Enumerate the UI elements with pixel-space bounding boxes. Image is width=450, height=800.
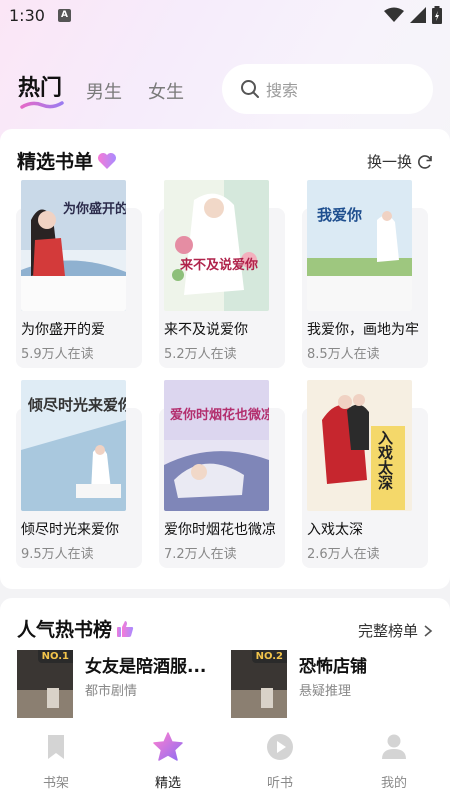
nav-label: 听书	[266, 776, 293, 791]
book-item[interactable]: 为你盛开的爱 为你盛开的爱 5.9万人在读	[16, 180, 146, 370]
book-readers: 9.5万人在读	[21, 547, 94, 562]
nav-label: 我的	[380, 776, 407, 791]
featured-title: 精选书单	[17, 147, 117, 174]
search-bar[interactable]: 搜索	[222, 64, 433, 114]
rank-cover: NO.1	[17, 650, 73, 720]
book-title: 来不及说爱你	[164, 322, 248, 338]
tab-active-indicator	[20, 101, 64, 109]
book-cover-art	[307, 180, 412, 311]
full-ranking-link[interactable]: 完整榜单	[358, 620, 433, 641]
ranking-item[interactable]: NO.2 恐怖店铺 悬疑推理	[231, 650, 441, 720]
featured-booklist-card: 精选书单 换一换 为你盛开的 为你盛开的爱 5.9万人在读 来不及说爱你 来不及…	[0, 129, 450, 589]
book-readers: 7.2万人在读	[164, 547, 237, 562]
ranking-item[interactable]: NO.1 女友是陪酒服... 都市剧情	[17, 650, 227, 720]
cover-title-text: 倾尽时光来爱你	[28, 396, 126, 414]
book-item[interactable]: 入戏太深 入戏太深 2.6万人在读	[302, 380, 432, 570]
book-cover-art	[164, 380, 269, 511]
book-cover: 我爱你	[307, 180, 412, 311]
book-cover: 来不及说爱你	[164, 180, 269, 311]
status-icons	[384, 6, 442, 24]
book-cover: 入戏太深	[307, 380, 412, 511]
bottom-navigation: 书架 精选 听书 我的	[0, 718, 450, 800]
book-readers: 5.9万人在读	[21, 347, 94, 362]
rank-genre: 悬疑推理	[299, 684, 352, 699]
book-title: 爱你时烟花也微凉	[164, 522, 276, 538]
book-cover: 爱你时烟花也微凉	[164, 380, 269, 511]
cover-title-text: 我爱你	[317, 206, 363, 224]
status-time: 1:30	[9, 6, 45, 25]
wifi-icon	[384, 7, 404, 22]
rank-badge: NO.2	[251, 650, 287, 663]
tab-male[interactable]: 男生	[86, 78, 122, 104]
tab-hot[interactable]: 热门	[18, 70, 62, 102]
rank-cover: NO.2	[231, 650, 287, 720]
ranking-title: 人气热书榜	[17, 615, 134, 642]
battery-icon	[432, 6, 442, 24]
book-title: 倾尽时光来爱你	[21, 522, 119, 538]
play-icon	[267, 734, 293, 760]
book-item[interactable]: 倾尽时光来爱你 倾尽时光来爱你 9.5万人在读	[16, 380, 146, 570]
signal-icon	[410, 7, 426, 23]
book-cover: 为你盛开的爱	[21, 180, 126, 311]
chevron-right-icon	[424, 624, 433, 637]
nav-label: 书架	[42, 776, 69, 791]
nav-featured[interactable]: 精选	[128, 732, 208, 792]
cover-title-text: 爱你时烟花也微凉	[170, 408, 269, 423]
refresh-button[interactable]: 换一换	[367, 151, 433, 172]
tab-female[interactable]: 女生	[148, 78, 184, 104]
search-placeholder: 搜索	[266, 81, 299, 100]
cover-title-text: 入戏太深	[376, 430, 394, 490]
rank-title: 女友是陪酒服...	[85, 657, 207, 677]
a-badge-icon: A	[58, 9, 71, 22]
book-item[interactable]: 来不及说爱你 来不及说爱你 5.2万人在读	[159, 180, 289, 370]
book-cover: 倾尽时光来爱你	[21, 380, 126, 511]
rank-title: 恐怖店铺	[299, 657, 367, 677]
book-title: 我爱你，画地为牢	[307, 322, 419, 338]
book-cover-art	[307, 380, 412, 511]
ranking-title-text: 人气热书榜	[17, 619, 113, 641]
bookmark-icon	[48, 735, 64, 759]
book-title: 为你盛开的爱	[21, 322, 105, 338]
book-item[interactable]: 爱你时烟花也微凉 爱你时烟花也微凉 7.2万人在读	[159, 380, 289, 570]
refresh-icon	[418, 154, 432, 169]
thumbs-up-icon	[117, 620, 134, 637]
refresh-label: 换一换	[366, 153, 412, 171]
star-icon	[153, 732, 183, 761]
user-icon	[382, 734, 406, 759]
book-readers: 2.6万人在读	[307, 547, 380, 562]
nav-profile[interactable]: 我的	[354, 732, 434, 792]
cover-title-text: 为你盛开的爱	[63, 202, 126, 217]
book-readers: 8.5万人在读	[307, 347, 380, 362]
nav-bookshelf[interactable]: 书架	[16, 732, 96, 792]
nav-audiobook[interactable]: 听书	[240, 732, 320, 792]
book-cover-art	[164, 180, 269, 311]
featured-title-text: 精选书单	[17, 151, 94, 173]
cover-title-text: 来不及说爱你	[180, 258, 259, 273]
book-title: 入戏太深	[307, 522, 363, 538]
heart-icon	[98, 152, 117, 169]
nav-label: 精选	[154, 776, 181, 791]
book-readers: 5.2万人在读	[164, 347, 237, 362]
book-grid: 为你盛开的爱 为你盛开的爱 5.9万人在读 来不及说爱你 来不及说爱你	[0, 179, 450, 579]
search-icon	[241, 80, 259, 98]
status-bar: 1:30 A	[0, 0, 450, 32]
book-item[interactable]: 我爱你 我爱你，画地为牢 8.5万人在读	[302, 180, 432, 370]
full-ranking-label: 完整榜单	[357, 622, 418, 640]
rank-badge: NO.1	[37, 650, 73, 663]
rank-genre: 都市剧情	[85, 684, 138, 699]
